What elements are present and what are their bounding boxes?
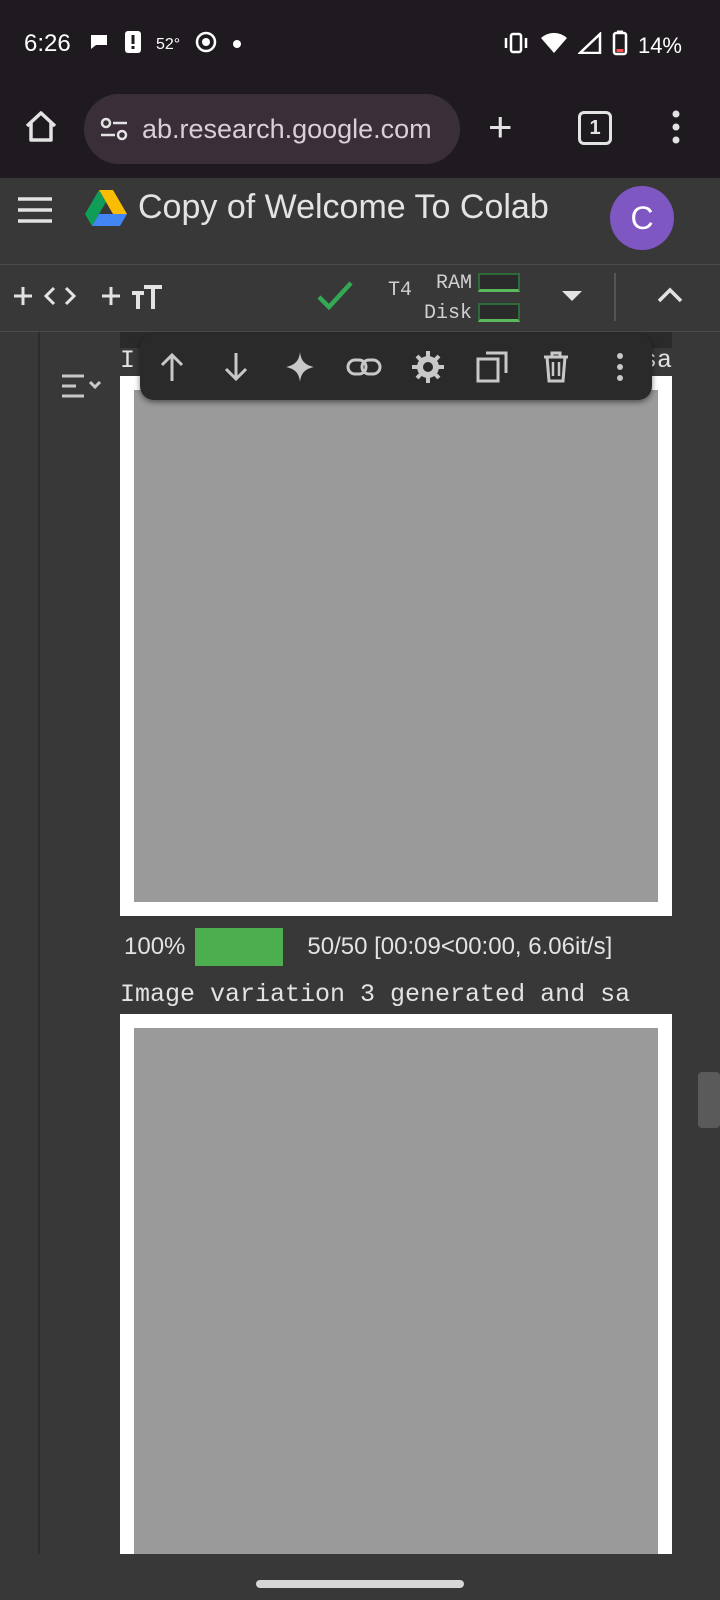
- gear-icon[interactable]: [410, 349, 446, 385]
- generated-image-3: [120, 1014, 672, 1554]
- hamburger-menu-icon[interactable]: [16, 196, 54, 229]
- mirror-cell-icon[interactable]: [474, 349, 510, 385]
- chat-notification-icon: [88, 31, 110, 58]
- ram-meter: [478, 273, 521, 293]
- alert-notification-icon: [124, 30, 142, 59]
- output-line-1: I: [120, 346, 136, 375]
- site-settings-icon[interactable]: [98, 113, 130, 145]
- clock: 6:26: [24, 30, 71, 57]
- tab-switcher-button[interactable]: 1: [578, 111, 612, 145]
- url-text[interactable]: ab.research.google.com: [142, 114, 432, 145]
- notebook-toolbar: T4 RAM Disk: [0, 264, 720, 332]
- move-down-icon[interactable]: [218, 349, 254, 385]
- scrollbar-thumb[interactable]: [698, 1072, 720, 1128]
- resources-dropdown-icon[interactable]: [560, 289, 584, 308]
- progress-bar: [195, 928, 284, 966]
- runtime-label[interactable]: T4: [388, 279, 412, 302]
- add-text-cell-button[interactable]: [100, 281, 166, 318]
- signal-icon: [576, 31, 602, 60]
- disk-label: Disk: [424, 302, 473, 325]
- browser-toolbar: ab.research.google.com + 1: [0, 90, 720, 178]
- avatar[interactable]: C: [610, 186, 674, 250]
- collapse-header-icon[interactable]: [656, 285, 684, 310]
- system-nav-bar: [0, 1554, 720, 1600]
- generated-image-2: [120, 376, 672, 916]
- connected-check-icon[interactable]: [316, 279, 354, 318]
- resource-meters[interactable]: RAM Disk: [424, 269, 521, 329]
- add-code-cell-button[interactable]: [12, 281, 78, 318]
- image-placeholder: [134, 390, 658, 902]
- disk-meter: [478, 303, 521, 323]
- vibrate-icon: [502, 32, 530, 60]
- progress-detail: 50/50 [00:09<00:00, 6.06it/s]: [307, 933, 613, 960]
- progress-row: 100% 50/50 [00:09<00:00, 6.06it/s]: [124, 928, 612, 966]
- cell-action-toolbar: [140, 334, 652, 400]
- url-bar[interactable]: ab.research.google.com: [84, 94, 460, 164]
- browser-menu-icon[interactable]: [672, 110, 680, 149]
- delete-icon[interactable]: [538, 349, 574, 385]
- progress-percent: 100%: [124, 933, 186, 960]
- toolbar-divider: [614, 273, 616, 321]
- colab-header: Copy of Welcome To Colab C: [0, 178, 720, 262]
- google-drive-icon: [84, 188, 128, 233]
- dot-icon: [232, 36, 242, 54]
- sparkle-icon[interactable]: [282, 349, 318, 385]
- ram-label: RAM: [436, 272, 473, 295]
- status-bar: 6:26 52° 14%: [0, 0, 720, 90]
- temperature: 52°: [156, 35, 181, 53]
- home-icon[interactable]: [22, 108, 60, 151]
- battery-icon: [612, 30, 628, 62]
- target-notification-icon: [194, 30, 218, 59]
- more-options-icon[interactable]: [602, 349, 638, 385]
- notebook-title[interactable]: Copy of Welcome To Colab: [138, 188, 549, 227]
- move-up-icon[interactable]: [154, 349, 190, 385]
- gesture-handle[interactable]: [256, 1580, 464, 1588]
- output-options-icon[interactable]: [60, 370, 102, 407]
- notebook-content: I sa 100% 50/50 [00:09<00:00, 6.06it/s] …: [0, 332, 720, 1554]
- new-tab-button[interactable]: +: [488, 106, 513, 148]
- image-placeholder: [134, 1028, 658, 1554]
- battery-percent: 14%: [637, 33, 682, 58]
- variation-line: Image variation 3 generated and sa: [120, 980, 631, 1009]
- link-icon[interactable]: [346, 349, 382, 385]
- wifi-icon: [540, 32, 568, 60]
